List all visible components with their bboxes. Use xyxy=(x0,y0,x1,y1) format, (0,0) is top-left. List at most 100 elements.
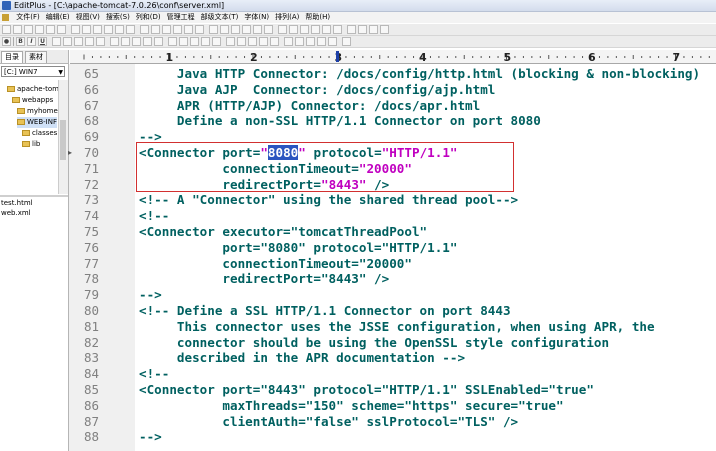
format-button-icon[interactable] xyxy=(248,37,257,46)
tree-folder-item[interactable]: myhome xyxy=(17,106,58,117)
code-line[interactable]: <!-- Define a SSL HTTP/1.1 Connector on … xyxy=(139,303,511,318)
code-line[interactable]: described in the APR documentation --> xyxy=(139,350,465,365)
code-editor[interactable]: Java HTTP Connector: /docs/config/http.h… xyxy=(135,64,716,451)
toolbar-button-icon[interactable] xyxy=(24,25,33,34)
format-button-icon[interactable] xyxy=(63,37,72,46)
toolbar-button-icon[interactable] xyxy=(322,25,331,34)
toolbar-button-icon[interactable] xyxy=(2,25,11,34)
toolbar-button-icon[interactable] xyxy=(71,25,80,34)
format-button-icon[interactable] xyxy=(259,37,268,46)
toolbar-button-icon[interactable] xyxy=(333,25,342,34)
toolbar-button-icon[interactable] xyxy=(195,25,204,34)
code-line[interactable]: <Connector port="8443" protocol="HTTP/1.… xyxy=(139,382,594,397)
document-icon[interactable] xyxy=(2,14,9,21)
panel-splitter[interactable] xyxy=(0,195,68,197)
tree-folder-item[interactable]: classes xyxy=(22,128,57,139)
toolbar-button-icon[interactable] xyxy=(104,25,113,34)
drive-select[interactable]: [C:] WIN7 ▼ xyxy=(1,66,65,77)
menu-item-9[interactable]: 帮助(H) xyxy=(302,12,333,23)
menu-item-8[interactable]: 排列(A) xyxy=(272,12,302,23)
tree-folder-item[interactable]: webapps xyxy=(12,95,53,106)
menu-item-0[interactable]: 文件(F) xyxy=(13,12,43,23)
toolbar-button-icon[interactable] xyxy=(369,25,378,34)
code-line[interactable]: Java HTTP Connector: /docs/config/http.h… xyxy=(139,66,700,81)
menu-item-4[interactable]: 列和(D) xyxy=(133,12,164,23)
tab-clips[interactable]: 素材 xyxy=(25,51,47,63)
format-button-icon[interactable] xyxy=(270,37,279,46)
format-button-icon[interactable] xyxy=(226,37,235,46)
format-button-icon[interactable] xyxy=(85,37,94,46)
code-line[interactable]: <!-- xyxy=(139,366,169,381)
tab-directory[interactable]: 目录 xyxy=(1,51,23,63)
code-line[interactable]: Define a non-SSL HTTP/1.1 Connector on p… xyxy=(139,113,541,128)
toolbar-button-icon[interactable] xyxy=(93,25,102,34)
toolbar-button-icon[interactable] xyxy=(264,25,273,34)
format-button-icon[interactable] xyxy=(328,37,337,46)
folder-tree-scrollbar[interactable] xyxy=(58,80,68,194)
globe-icon[interactable]: ● xyxy=(2,37,11,46)
format-button-icon[interactable] xyxy=(143,37,152,46)
format-button-icon[interactable] xyxy=(306,37,315,46)
toolbar-button-icon[interactable] xyxy=(140,25,149,34)
tree-folder-item[interactable]: WEB-INF xyxy=(17,117,57,128)
chevron-down-icon[interactable]: ▼ xyxy=(58,67,63,78)
menu-item-6[interactable]: 部级文本(T) xyxy=(198,12,242,23)
toolbar-button-icon[interactable] xyxy=(46,25,55,34)
toolbar-button-icon[interactable] xyxy=(209,25,218,34)
code-line[interactable]: APR (HTTP/AJP) Connector: /docs/apr.html xyxy=(139,98,480,113)
code-line[interactable]: port="8080" protocol="HTTP/1.1" xyxy=(139,240,457,255)
format-button-icon[interactable] xyxy=(121,37,130,46)
format-button-icon[interactable] xyxy=(237,37,246,46)
toolbar-button-icon[interactable] xyxy=(289,25,298,34)
toolbar-button-icon[interactable] xyxy=(380,25,389,34)
toolbar-button-icon[interactable] xyxy=(57,25,66,34)
toolbar-button-icon[interactable] xyxy=(220,25,229,34)
toolbar-button-icon[interactable] xyxy=(126,25,135,34)
format-button-icon[interactable] xyxy=(154,37,163,46)
toolbar-button-icon[interactable] xyxy=(115,25,124,34)
menu-item-7[interactable]: 字体(N) xyxy=(241,12,272,23)
toolbar-button-icon[interactable] xyxy=(300,25,309,34)
bold-button[interactable]: B xyxy=(16,37,25,46)
format-button-icon[interactable] xyxy=(295,37,304,46)
toolbar-button-icon[interactable] xyxy=(358,25,367,34)
italic-button[interactable]: I xyxy=(27,37,36,46)
format-button-icon[interactable] xyxy=(96,37,105,46)
tree-folder-item[interactable]: apache-tom xyxy=(7,84,58,95)
toolbar-button-icon[interactable] xyxy=(151,25,160,34)
toolbar-button-icon[interactable] xyxy=(82,25,91,34)
toolbar-button-icon[interactable] xyxy=(231,25,240,34)
menu-item-1[interactable]: 编辑(E) xyxy=(43,12,73,23)
scrollbar-thumb[interactable] xyxy=(60,120,66,160)
format-button-icon[interactable] xyxy=(110,37,119,46)
menu-item-3[interactable]: 搜索(S) xyxy=(103,12,133,23)
code-line[interactable]: <!-- xyxy=(139,208,169,223)
toolbar-button-icon[interactable] xyxy=(242,25,251,34)
file-list-item[interactable]: web.xml xyxy=(0,208,68,218)
code-line[interactable]: Java AJP Connector: /docs/config/ajp.htm… xyxy=(139,82,495,97)
format-button-icon[interactable] xyxy=(74,37,83,46)
toolbar-button-icon[interactable] xyxy=(35,25,44,34)
toolbar-button-icon[interactable] xyxy=(278,25,287,34)
code-line[interactable]: clientAuth="false" sslProtocol="TLS" /> xyxy=(139,414,518,429)
code-line[interactable]: maxThreads="150" scheme="https" secure="… xyxy=(139,398,563,413)
menu-item-5[interactable]: 管理工程 xyxy=(164,12,198,23)
format-button-icon[interactable] xyxy=(342,37,351,46)
tree-folder-item[interactable]: lib xyxy=(22,139,40,150)
format-button-icon[interactable] xyxy=(132,37,141,46)
code-line[interactable]: connectionTimeout="20000" xyxy=(139,256,412,271)
menu-item-2[interactable]: 视图(V) xyxy=(73,12,103,23)
underline-button[interactable]: U xyxy=(38,37,47,46)
code-line[interactable]: <!-- A "Connector" using the shared thre… xyxy=(139,192,518,207)
toolbar-button-icon[interactable] xyxy=(253,25,262,34)
code-line[interactable]: redirectPort="8443" /> xyxy=(139,271,389,286)
format-button-icon[interactable] xyxy=(168,37,177,46)
format-button-icon[interactable] xyxy=(284,37,293,46)
format-button-icon[interactable] xyxy=(201,37,210,46)
code-line[interactable]: --> xyxy=(139,429,162,444)
toolbar-button-icon[interactable] xyxy=(13,25,22,34)
toolbar-button-icon[interactable] xyxy=(347,25,356,34)
format-button-icon[interactable] xyxy=(190,37,199,46)
code-line[interactable]: connector should be using the OpenSSL st… xyxy=(139,335,609,350)
code-line[interactable]: --> xyxy=(139,287,162,302)
